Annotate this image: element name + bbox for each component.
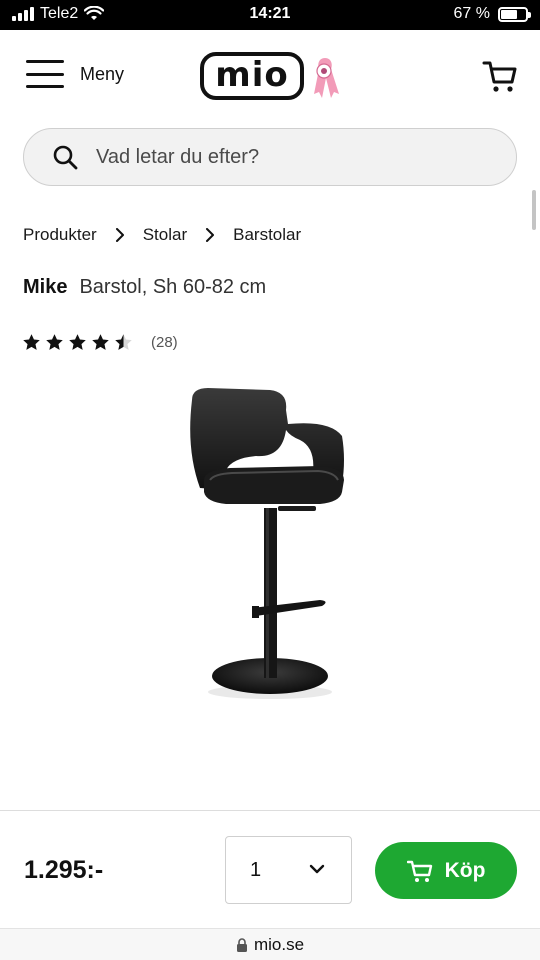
battery-icon xyxy=(498,6,531,22)
chevron-right-icon xyxy=(206,228,215,242)
product-price: 1.295:- xyxy=(24,856,104,884)
product-title: Mike Barstol, Sh 60-82 cm xyxy=(23,276,266,299)
battery-percent: 67 % xyxy=(453,5,490,22)
menu-label: Meny xyxy=(80,63,125,84)
breadcrumb-item-stolar[interactable]: Stolar xyxy=(143,225,187,245)
product-rating[interactable]: (28) xyxy=(22,333,178,352)
product-page: Tele2 14:21 67 % Meny mio Vad letar du e… xyxy=(0,0,540,960)
browser-url: mio.se xyxy=(253,934,305,954)
mio-logo[interactable]: mio xyxy=(200,52,340,102)
star-rating xyxy=(22,333,133,352)
quantity-select[interactable]: 1 xyxy=(225,836,352,904)
status-bar: Tele2 14:21 67 % xyxy=(0,0,540,30)
hamburger-icon xyxy=(26,60,64,88)
buy-button[interactable]: Köp xyxy=(375,842,517,899)
breadcrumb-item-produkter[interactable]: Produkter xyxy=(23,225,97,245)
logo-wordmark: mio xyxy=(200,52,304,100)
star-icon xyxy=(115,334,132,350)
star-icon xyxy=(46,334,63,350)
search-bar[interactable] xyxy=(23,128,517,186)
breadcrumb-item-barstolar[interactable]: Barstolar xyxy=(233,225,301,245)
search-input[interactable] xyxy=(96,145,456,169)
lock-icon xyxy=(236,937,247,952)
star-icon xyxy=(69,334,86,350)
cart-icon[interactable] xyxy=(482,58,518,94)
battery-level xyxy=(501,9,518,19)
chevron-right-icon xyxy=(115,228,124,242)
chevron-down-icon xyxy=(309,864,325,874)
pink-ribbon-icon xyxy=(314,58,339,98)
menu-button[interactable]: Meny xyxy=(26,60,124,88)
star-icon xyxy=(92,334,109,350)
product-image[interactable] xyxy=(170,380,370,710)
breadcrumb: Produkter Stolar Barstolar xyxy=(23,225,301,245)
search-icon xyxy=(53,145,78,170)
browser-url-bar[interactable]: mio.se xyxy=(0,928,540,960)
cart-icon xyxy=(406,860,432,882)
product-brand: Mike xyxy=(23,276,68,298)
scrollbar[interactable] xyxy=(532,190,536,230)
star-icon xyxy=(23,334,40,350)
status-right: 67 % xyxy=(453,5,531,23)
quantity-value: 1 xyxy=(250,858,262,881)
review-count[interactable]: (28) xyxy=(151,334,178,351)
product-description: Barstol, Sh 60-82 cm xyxy=(79,276,267,298)
buy-button-label: Köp xyxy=(444,858,486,882)
